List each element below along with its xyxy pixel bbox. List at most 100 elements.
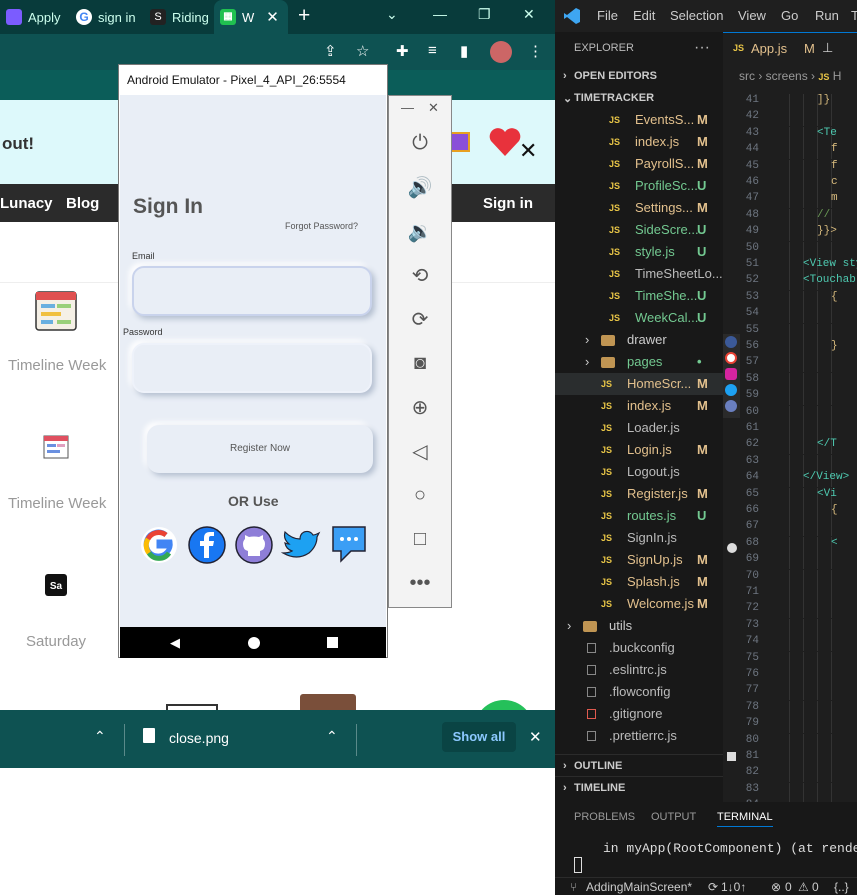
- file-item[interactable]: JS PayrollS... M: [555, 153, 723, 175]
- file-item[interactable]: JS SideScre... U: [555, 219, 723, 241]
- file-item[interactable]: JS Register.js M: [555, 483, 723, 505]
- file-item[interactable]: JS EventsS... M: [555, 109, 723, 131]
- show-all-button[interactable]: Show all: [442, 722, 516, 752]
- browser-tab-riding[interactable]: S Riding: [144, 0, 210, 34]
- chevron-up-icon[interactable]: ⌃: [94, 728, 106, 745]
- status-tail[interactable]: {..}: [834, 880, 849, 894]
- avatar[interactable]: [490, 41, 512, 63]
- home-icon[interactable]: ○: [389, 480, 451, 510]
- file-item[interactable]: JS WeekCal... U: [555, 307, 723, 329]
- rotate-left-icon[interactable]: ⟲: [389, 260, 451, 290]
- menu-go[interactable]: Go: [781, 8, 798, 23]
- panel-tab-terminal[interactable]: TERMINAL: [717, 811, 773, 827]
- sync-status[interactable]: 1↓0↑: [721, 880, 746, 894]
- file-item[interactable]: JS TimeSheetLo...: [555, 263, 723, 285]
- file-item[interactable]: JS Login.js M: [555, 439, 723, 461]
- twitter-login-icon[interactable]: [281, 527, 321, 563]
- google-login-icon[interactable]: [139, 525, 179, 565]
- file-item[interactable]: JS ProfileSc... U: [555, 175, 723, 197]
- side-close-icon[interactable]: ✕: [428, 100, 439, 116]
- nav-link-blog[interactable]: Blog: [66, 195, 99, 212]
- message-login-icon[interactable]: [329, 523, 369, 565]
- rotate-right-icon[interactable]: ⟳: [389, 304, 451, 334]
- close-tab-icon[interactable]: ✕: [266, 8, 279, 26]
- pin-icon[interactable]: ⊥: [822, 40, 833, 56]
- android-home-icon[interactable]: [248, 637, 260, 649]
- minimize-icon[interactable]: —: [433, 6, 447, 22]
- facebook-login-icon[interactable]: [187, 525, 227, 565]
- side-minimize-icon[interactable]: —: [401, 100, 414, 115]
- browser-tab-active[interactable]: ▦ W ✕: [214, 0, 288, 34]
- volume-up-icon[interactable]: 🔊: [389, 172, 451, 202]
- outline-section[interactable]: › OUTLINE: [555, 754, 723, 776]
- folder-item[interactable]: › drawer: [555, 329, 723, 351]
- breadcrumb-item[interactable]: screens: [766, 69, 808, 83]
- menu-kebab-icon[interactable]: ⋮: [528, 42, 543, 60]
- file-item[interactable]: JS SignIn.js: [555, 527, 723, 549]
- breadcrumb-item[interactable]: H: [833, 69, 842, 83]
- overview-icon[interactable]: □: [389, 524, 451, 554]
- menu-run[interactable]: Run: [815, 8, 839, 23]
- file-item[interactable]: JS Welcome.js M: [555, 593, 723, 615]
- file-item[interactable]: .flowconfig: [555, 681, 723, 703]
- menu-terminal[interactable]: T: [851, 8, 857, 23]
- fold-marker-icon[interactable]: [727, 752, 736, 761]
- browser-tab-apply[interactable]: Apply: [0, 0, 66, 34]
- email-field[interactable]: [132, 266, 372, 316]
- side-panel-icon[interactable]: ▮: [460, 42, 468, 60]
- file-item[interactable]: JS Settings... M: [555, 197, 723, 219]
- tab-search-icon[interactable]: ⌄: [386, 6, 398, 23]
- share-icon[interactable]: ⇪: [324, 42, 337, 60]
- menu-selection[interactable]: Selection: [670, 8, 723, 23]
- extensions-icon[interactable]: ✚: [396, 42, 409, 60]
- file-item[interactable]: JS Logout.js: [555, 461, 723, 483]
- close-window-icon[interactable]: ✕: [523, 6, 535, 23]
- back-icon[interactable]: ◁: [389, 436, 451, 466]
- browser-tab-sign-in[interactable]: G sign in: [70, 0, 136, 34]
- explorer-more-icon[interactable]: ···: [694, 39, 710, 57]
- close-banner-icon[interactable]: ✕: [519, 138, 537, 164]
- file-item[interactable]: .prettierrc.js: [555, 725, 723, 747]
- breadcrumb-item[interactable]: src: [739, 69, 755, 83]
- zoom-icon[interactable]: ⊕: [389, 392, 451, 422]
- breakpoint-icon[interactable]: [727, 543, 737, 553]
- bookmark-star-icon[interactable]: ☆: [356, 42, 369, 60]
- warning-count[interactable]: 0: [812, 880, 819, 894]
- file-item[interactable]: .buckconfig: [555, 637, 723, 659]
- power-icon[interactable]: ⏻: [389, 128, 451, 158]
- file-item[interactable]: JS index.js M: [555, 395, 723, 417]
- open-editors-section[interactable]: › OPEN EDITORS: [555, 65, 723, 87]
- file-item[interactable]: JS Loader.js: [555, 417, 723, 439]
- volume-down-icon[interactable]: 🔉: [389, 216, 451, 246]
- download-file-name[interactable]: close.png: [169, 730, 229, 746]
- screenshot-icon[interactable]: ◙: [389, 348, 451, 378]
- menu-file[interactable]: File: [597, 8, 618, 23]
- file-item[interactable]: .eslintrc.js: [555, 659, 723, 681]
- panel-tab-output[interactable]: OUTPUT: [651, 811, 696, 823]
- file-item[interactable]: JS SignUp.js M: [555, 549, 723, 571]
- github-login-icon[interactable]: [234, 525, 274, 565]
- file-item[interactable]: JS routes.js U: [555, 505, 723, 527]
- android-overview-icon[interactable]: [327, 637, 338, 648]
- project-section[interactable]: ⌄ TIMETRACKER: [555, 87, 723, 109]
- restore-icon[interactable]: ❐: [478, 6, 491, 23]
- chevron-up-icon[interactable]: ⌃: [326, 728, 338, 745]
- file-item[interactable]: JS Splash.js M: [555, 571, 723, 593]
- nav-link-lunacy[interactable]: Lunacy: [0, 195, 53, 212]
- close-download-bar-icon[interactable]: ✕: [529, 728, 542, 746]
- menu-edit[interactable]: Edit: [633, 8, 655, 23]
- android-back-icon[interactable]: ◀: [170, 635, 180, 651]
- editor-tab-app-js[interactable]: JS App.js M ⊥: [723, 32, 857, 64]
- new-tab-button[interactable]: +: [298, 4, 310, 28]
- file-item[interactable]: .gitignore: [555, 703, 723, 725]
- file-item[interactable]: JS style.js U: [555, 241, 723, 263]
- media-icon[interactable]: ≡: [428, 42, 437, 59]
- register-button[interactable]: Register Now: [147, 425, 373, 473]
- menu-view[interactable]: View: [738, 8, 766, 23]
- folder-item[interactable]: › pages •: [555, 351, 723, 373]
- branch-name[interactable]: AddingMainScreen*: [586, 880, 692, 894]
- password-field[interactable]: [132, 343, 372, 393]
- folder-item[interactable]: › utils: [555, 615, 723, 637]
- error-count[interactable]: 0: [785, 880, 792, 894]
- more-icon[interactable]: •••: [389, 568, 451, 598]
